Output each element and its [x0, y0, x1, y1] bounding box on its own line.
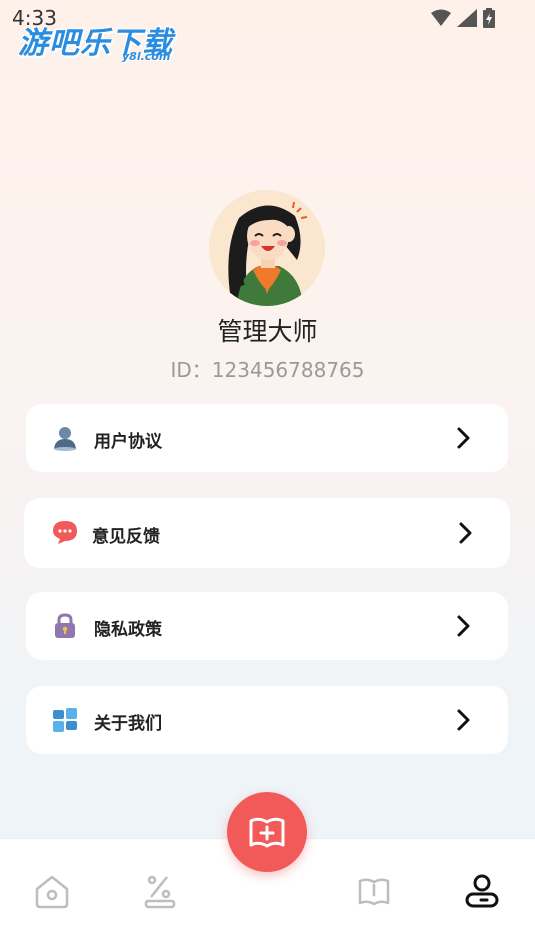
tab-book[interactable]	[354, 871, 398, 911]
menu-label: 用户协议	[94, 432, 162, 452]
status-icons	[431, 8, 495, 28]
feedback-icon	[53, 521, 77, 544]
menu-label: 关于我们	[94, 714, 162, 734]
menu-item-privacy-policy[interactable]: 隐私政策	[26, 592, 508, 660]
signal-icon	[457, 9, 477, 27]
tab-profile[interactable]	[462, 871, 506, 911]
chevron-right-icon	[459, 522, 472, 544]
menu-item-user-agreement[interactable]: 用户协议	[26, 404, 508, 472]
tab-home[interactable]	[32, 871, 76, 911]
discount-icon	[144, 875, 176, 909]
watermark-domain: y8l.com	[122, 50, 171, 63]
chevron-right-icon	[457, 615, 470, 637]
avatar[interactable]	[209, 190, 325, 306]
avatar-illustration	[209, 190, 325, 306]
menu-label: 隐私政策	[94, 620, 162, 640]
book-icon	[358, 878, 390, 906]
menu-item-feedback[interactable]: 意见反馈	[24, 498, 510, 568]
about-us-icon	[53, 708, 77, 732]
menu-label: 意见反馈	[92, 527, 160, 547]
watermark-logo: 游吧乐下载 y8l.com	[18, 18, 173, 63]
menu-item-about-us[interactable]: 关于我们	[26, 686, 508, 754]
battery-icon	[483, 8, 495, 28]
privacy-lock-icon	[55, 613, 75, 638]
chevron-right-icon	[457, 427, 470, 449]
tab-discount[interactable]	[140, 871, 184, 911]
user-name: 管理大师	[217, 317, 318, 346]
user-id: ID：123456788765	[170, 358, 365, 382]
add-book-icon	[249, 817, 285, 848]
profile-icon	[465, 874, 499, 908]
wifi-icon	[431, 9, 451, 26]
center-add-button[interactable]	[227, 792, 307, 872]
chevron-right-icon	[457, 709, 470, 731]
user-agreement-icon	[54, 427, 76, 451]
home-icon	[35, 875, 69, 909]
